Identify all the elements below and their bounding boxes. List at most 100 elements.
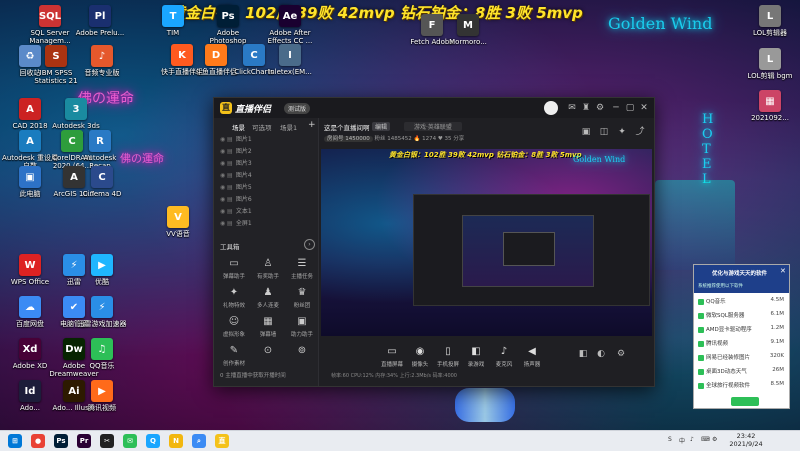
shirt-icon[interactable]: ♜ bbox=[580, 102, 592, 114]
desktop-icon[interactable]: L LOL剪辑 bgm bbox=[742, 48, 798, 88]
desktop-icon[interactable]: I Inletex(EM... bbox=[262, 44, 318, 84]
desktop-icon[interactable]: ♪ 音频专业版 bbox=[74, 45, 130, 85]
tool-button[interactable]: ♙ 有奖助手 bbox=[252, 258, 284, 280]
tool-button[interactable]: ▣ 助力助手 bbox=[286, 316, 318, 338]
room-share[interactable]: 分享 bbox=[453, 136, 464, 142]
message-icon[interactable]: ✉ bbox=[566, 102, 578, 114]
desktop-icon[interactable]: C Cinema 4D bbox=[74, 166, 130, 206]
desktop-icon[interactable]: ▶ 腾讯视频 bbox=[74, 380, 130, 420]
tray-icon[interactable]: S bbox=[668, 436, 672, 443]
avatar[interactable] bbox=[544, 101, 558, 115]
eye-icon[interactable]: ◉ bbox=[220, 148, 227, 155]
share-icon[interactable]: ⤴ bbox=[634, 126, 646, 138]
source-row[interactable]: ◉ ▤ 图片2 bbox=[220, 146, 312, 156]
norton-taskbar-icon[interactable]: N bbox=[169, 434, 183, 448]
tool-button[interactable]: ⊙ bbox=[252, 345, 284, 359]
source-button[interactable]: ▯ 手机投屏 bbox=[435, 346, 461, 368]
window-titlebar[interactable]: 直 直播伴侣 测试版 ✉ ♜ ⚙ ─ ▢ ✕ bbox=[214, 98, 654, 118]
search-taskbar-icon[interactable]: ⌕ bbox=[192, 434, 206, 448]
source-button[interactable]: ◧ 录游戏 bbox=[463, 346, 489, 368]
desktop-icon[interactable]: Pl Adobe Prelu... bbox=[72, 5, 128, 45]
eye-icon[interactable]: ◉ bbox=[220, 136, 227, 143]
tool-button[interactable]: ♛ 粉丝团 bbox=[286, 287, 318, 309]
stream-preview[interactable]: 黄金白银：102胜 39败 42mvp 钻石铂金：8胜 3败 5mvp Gold… bbox=[321, 149, 652, 336]
desktop-icon[interactable]: ♫ QQ音乐 bbox=[74, 338, 130, 378]
software-recommend-popup[interactable]: 优化与游戏天天的软件 系统推荐使用以下软件 ✕ QQ音乐 4.5M 微软SQL服务器… bbox=[693, 264, 790, 409]
tray-icon[interactable]: ⌨ bbox=[701, 436, 710, 443]
chrome-taskbar-icon[interactable]: ● bbox=[31, 434, 45, 448]
premiere-taskbar-icon[interactable]: Pr bbox=[77, 434, 91, 448]
source-row[interactable]: ◉ ▤ 图片4 bbox=[220, 170, 312, 180]
desktop-icon[interactable]: L LOL剪辑器 bbox=[742, 5, 798, 45]
lock-icon[interactable]: ▤ bbox=[227, 160, 234, 167]
close-icon[interactable]: ✕ bbox=[638, 102, 650, 114]
desktop-icon[interactable]: T TIM bbox=[145, 5, 201, 45]
source-row[interactable]: ◉ ▤ 图片1 bbox=[220, 134, 312, 144]
desktop-icon[interactable]: V VV语音 bbox=[150, 206, 206, 246]
source-row[interactable]: ◉ ▤ 图片5 bbox=[220, 182, 312, 192]
tool-button[interactable]: ▦ 弹幕墙 bbox=[252, 316, 284, 338]
source-row[interactable]: ◉ ▤ 全屏1 bbox=[220, 218, 312, 228]
desktop-icon[interactable]: ▶ 优酷 bbox=[74, 254, 130, 294]
lock-icon[interactable]: ▤ bbox=[227, 148, 234, 155]
tool-button[interactable]: ☰ 主播任务 bbox=[286, 258, 318, 280]
lock-icon[interactable]: ▤ bbox=[227, 136, 234, 143]
eye-icon[interactable]: ◉ bbox=[220, 220, 227, 227]
room-edit-tag[interactable]: 编辑 bbox=[372, 122, 391, 131]
source-row[interactable]: ◉ ▤ 图片3 bbox=[220, 158, 312, 168]
source-row[interactable]: ◉ ▤ 图片6 bbox=[220, 194, 312, 204]
tray-icon[interactable]: ⚙ bbox=[712, 436, 717, 443]
install-button[interactable] bbox=[731, 397, 759, 406]
desktop-icon[interactable]: Ae Adobe After Effects CC ... bbox=[262, 5, 318, 45]
popup-item[interactable]: 微软SQL服务器 6.1M bbox=[698, 311, 786, 323]
eye-icon[interactable]: ◉ bbox=[220, 160, 227, 167]
clock[interactable]: 23:42 2021/9/24 bbox=[724, 432, 768, 448]
add-scene-icon[interactable]: + bbox=[308, 120, 316, 130]
source-button[interactable]: ◀ 扬声器 bbox=[519, 346, 545, 368]
eye-icon[interactable]: ◉ bbox=[220, 184, 227, 191]
lock-icon[interactable]: ▤ bbox=[227, 196, 234, 203]
desktop-icon[interactable]: RAutodesk Recap bbox=[72, 130, 128, 170]
desktop-icon[interactable]: M Mormoro... bbox=[440, 14, 496, 54]
popup-item[interactable]: 全球旅行视频软件 8.5M bbox=[698, 381, 786, 393]
gift-icon[interactable]: ✦ bbox=[616, 126, 628, 138]
lock-icon[interactable]: ▤ bbox=[227, 208, 234, 215]
screenshot-icon[interactable]: ◫ bbox=[598, 126, 610, 138]
eye-icon[interactable]: ◉ bbox=[220, 196, 227, 203]
source-row[interactable]: ◉ ▤ 文本1 bbox=[220, 206, 312, 216]
tab-scene-1[interactable]: 场景1 bbox=[280, 122, 297, 132]
settings-gear-icon[interactable]: ⚙ bbox=[615, 348, 627, 360]
start-taskbar-icon[interactable]: ⊞ bbox=[8, 434, 22, 448]
capcut-taskbar-icon[interactable]: ✂ bbox=[100, 434, 114, 448]
wechat-taskbar-icon[interactable]: ✉ bbox=[123, 434, 137, 448]
eye-icon[interactable]: ◉ bbox=[220, 172, 227, 179]
desktop-icon[interactable]: Ps Adobe Photoshop bbox=[200, 5, 256, 45]
settings-icon[interactable]: ⚙ bbox=[594, 102, 606, 114]
tool-button[interactable]: ♟ 多人连麦 bbox=[252, 287, 284, 309]
tab-scene[interactable]: 场景 bbox=[232, 122, 245, 132]
source-button[interactable]: ◉ 摄像头 bbox=[407, 346, 433, 368]
tool-button[interactable]: ✎ 创作素材 bbox=[218, 345, 250, 367]
room-category[interactable]: 游戏·英雄联盟 bbox=[404, 122, 462, 131]
popup-item[interactable]: QQ音乐 4.5M bbox=[698, 297, 786, 309]
close-icon[interactable]: ✕ bbox=[780, 267, 786, 275]
lock-icon[interactable]: ▤ bbox=[227, 220, 234, 227]
popup-item[interactable]: 腾讯视频 9.1M bbox=[698, 339, 786, 351]
tray-icon[interactable]: ♪ bbox=[690, 436, 694, 443]
source-button[interactable]: ♪ 麦克风 bbox=[491, 346, 517, 368]
live-companion-taskbar-icon[interactable]: 直 bbox=[215, 434, 229, 448]
more-tools-icon[interactable]: › bbox=[304, 239, 315, 250]
tab-options[interactable]: 可选项 bbox=[252, 122, 272, 132]
tool-button[interactable]: ▭ 弹幕助手 bbox=[218, 258, 250, 280]
room-title[interactable]: 这是个直播间啊 bbox=[324, 122, 370, 132]
popup-item[interactable]: 桌面3D动态天气 26M bbox=[698, 367, 786, 379]
record-icon[interactable]: ▣ bbox=[580, 126, 592, 138]
camera-toggle-icon[interactable]: ◧ bbox=[577, 348, 589, 360]
desktop-icon[interactable]: ⚡ 迅雷游戏加速器 bbox=[74, 296, 130, 336]
live-companion-window[interactable]: 直 直播伴侣 测试版 ✉ ♜ ⚙ ─ ▢ ✕ 场景 可选项 场景1 + ◉ ▤ 图… bbox=[213, 97, 655, 387]
qq-taskbar-icon[interactable]: Q bbox=[146, 434, 160, 448]
popup-item[interactable]: AMD显卡驱动程序 1.2M bbox=[698, 325, 786, 337]
tray-icon[interactable]: 中 bbox=[679, 436, 685, 445]
maximize-icon[interactable]: ▢ bbox=[624, 102, 636, 114]
eye-icon[interactable]: ◉ bbox=[220, 208, 227, 215]
